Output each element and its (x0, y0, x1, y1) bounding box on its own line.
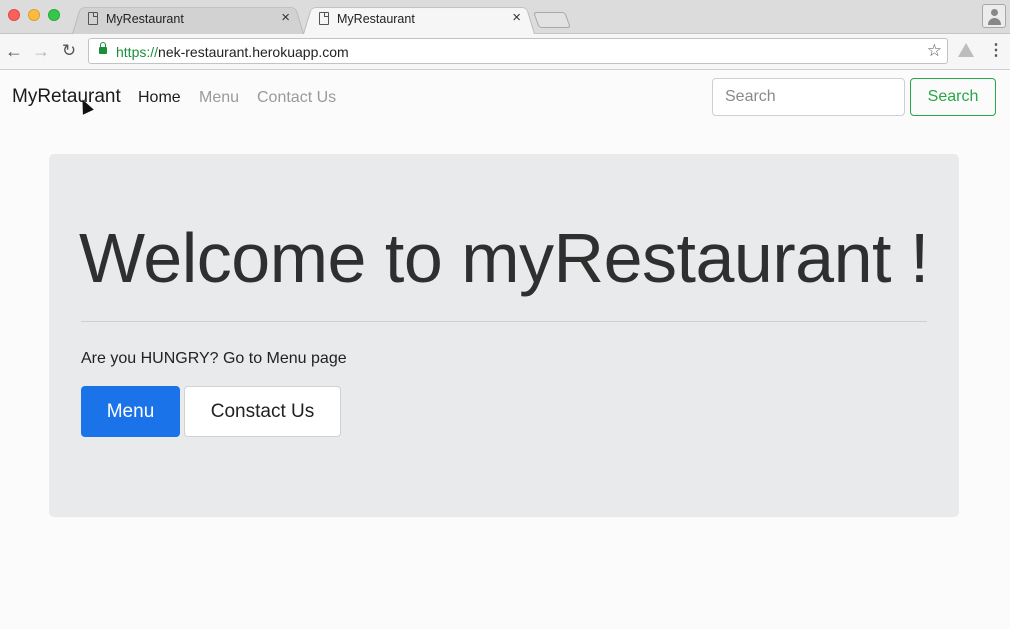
search-button[interactable]: Search (910, 78, 996, 116)
search-input[interactable] (712, 78, 905, 116)
forward-arrow-icon[interactable]: → (30, 40, 52, 62)
page-icon (319, 12, 329, 25)
address-bar[interactable]: https://nek-restaurant.herokuapp.com ☆ (88, 38, 948, 64)
close-window-button[interactable] (8, 9, 20, 21)
new-tab-button[interactable] (533, 12, 571, 28)
close-icon[interactable]: × (281, 9, 290, 27)
browser-toolbar: ← → ↻ https://nek-restaurant.herokuapp.c… (0, 34, 1010, 70)
url-host: nek-restaurant.herokuapp.com (158, 44, 349, 60)
menu-kebab-icon[interactable]: ⋮ (988, 41, 1004, 61)
minimize-window-button[interactable] (28, 9, 40, 21)
jumbotron: Welcome to myRestaurant ! Are you HUNGRY… (49, 154, 959, 517)
jumbotron-heading: Welcome to myRestaurant ! (79, 219, 929, 297)
menu-button[interactable]: Menu (81, 386, 180, 437)
lock-icon (99, 42, 107, 54)
page-icon (88, 12, 98, 25)
nav-link-menu[interactable]: Menu (199, 89, 239, 107)
profile-icon[interactable] (982, 4, 1006, 28)
web-page: MyRetaurant Home Menu Contact Us Search … (0, 70, 1010, 629)
jumbotron-lead: Are you HUNGRY? Go to Menu page (81, 350, 347, 367)
reload-icon[interactable]: ↻ (58, 40, 80, 62)
url-scheme: https:// (116, 44, 159, 60)
divider (81, 321, 927, 322)
bookmark-star-icon[interactable]: ☆ (927, 41, 942, 61)
contact-us-button[interactable]: Constact Us (184, 386, 341, 437)
close-icon[interactable]: × (512, 9, 521, 27)
browser-tab[interactable]: MyRestaurant × (72, 5, 304, 35)
back-arrow-icon[interactable]: ← (3, 40, 25, 62)
extension-icon[interactable] (958, 43, 974, 57)
nav-link-home[interactable]: Home (138, 89, 181, 107)
navbar-brand[interactable]: MyRetaurant (12, 86, 121, 108)
browser-tabstrip: MyRestaurant × MyRestaurant × (0, 0, 1010, 35)
browser-tab-active[interactable]: MyRestaurant × (303, 5, 535, 35)
tab-title: MyRestaurant (337, 12, 415, 26)
nav-link-contact[interactable]: Contact Us (257, 89, 336, 107)
tab-title: MyRestaurant (106, 12, 184, 26)
maximize-window-button[interactable] (48, 9, 60, 21)
url-text: https://nek-restaurant.herokuapp.com (116, 44, 349, 60)
